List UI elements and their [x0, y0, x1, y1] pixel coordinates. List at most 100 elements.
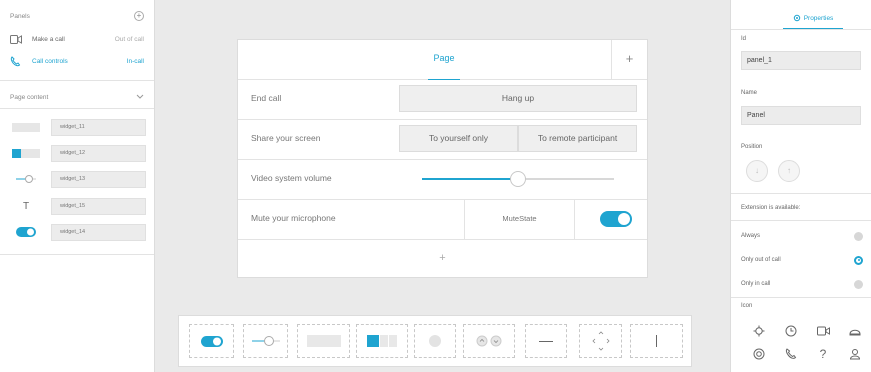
- palette-slider[interactable]: [243, 324, 288, 358]
- arrow-down-icon: ↓: [755, 166, 759, 175]
- divider: [731, 29, 871, 30]
- row-volume: Video system volume: [238, 160, 647, 200]
- palette-button[interactable]: [297, 324, 350, 358]
- row-mute: Mute your microphone MuteState: [238, 200, 647, 240]
- hang-up-button[interactable]: Hang up: [399, 85, 637, 112]
- extension-option-out-of-call[interactable]: Only out of call: [741, 250, 863, 270]
- left-sidebar: Panels + Make a call Out of call Call co…: [0, 0, 155, 372]
- divider: [731, 297, 871, 298]
- panel-name: Make a call: [32, 35, 65, 43]
- widget-name: widget_14: [51, 223, 146, 241]
- name-field[interactable]: Panel: [741, 106, 861, 125]
- panel-status: Out of call: [114, 35, 144, 43]
- add-panel-icon[interactable]: +: [134, 11, 144, 21]
- id-field[interactable]: panel_1: [741, 51, 861, 70]
- extension-option-always[interactable]: Always: [741, 226, 863, 246]
- toggle-icon: [10, 227, 42, 237]
- palette-spinner[interactable]: [414, 324, 456, 358]
- option-label: Only out of call: [741, 257, 781, 263]
- id-label: Id: [741, 36, 747, 42]
- panels-title: Panels: [10, 12, 30, 20]
- slider-knob[interactable]: [510, 171, 526, 187]
- widget-item[interactable]: widget_11: [10, 118, 146, 136]
- radio-button-selected[interactable]: [854, 255, 863, 265]
- tab-label: Properties: [803, 15, 834, 22]
- radio-button[interactable]: [854, 279, 863, 289]
- slider-fill: [422, 178, 518, 180]
- panel-item-call-controls[interactable]: Call controls In-call: [10, 52, 144, 70]
- target-icon[interactable]: [751, 346, 767, 362]
- option-label: Always: [741, 233, 761, 239]
- divider: [731, 193, 871, 194]
- extension-option-in-call[interactable]: Only in call: [741, 274, 863, 294]
- widget-name: widget_12: [51, 144, 146, 162]
- radio-button[interactable]: [854, 231, 863, 241]
- tab-properties[interactable]: Properties: [783, 9, 843, 29]
- mute-state-label: MuteState: [464, 200, 575, 240]
- palette-text[interactable]: [630, 324, 683, 358]
- divider: [0, 108, 154, 109]
- to-remote-participant-button[interactable]: To remote participant: [518, 125, 637, 152]
- widget-item[interactable]: T widget_15: [10, 197, 146, 215]
- widget-item[interactable]: widget_12: [10, 144, 146, 162]
- row-label: Video system volume: [251, 173, 332, 183]
- widget-item[interactable]: widget_13: [10, 170, 146, 188]
- widget-name: widget_13: [51, 170, 146, 188]
- phone-icon: [10, 55, 24, 67]
- widget-name: widget_15: [51, 197, 146, 215]
- video-camera-icon[interactable]: [815, 323, 831, 339]
- extension-label: Extension is available:: [741, 205, 801, 211]
- widget-palette: [178, 315, 692, 367]
- text-icon: T: [22, 200, 30, 212]
- chevron-down-icon: [136, 94, 144, 101]
- move-up-button[interactable]: ↑: [778, 160, 800, 182]
- page-tabs: Page +: [238, 40, 647, 80]
- widget-item[interactable]: widget_14: [10, 223, 146, 241]
- palette-directional-pad[interactable]: [579, 324, 622, 358]
- option-label: Only in call: [741, 281, 771, 287]
- row-label: Mute your microphone: [251, 213, 336, 223]
- video-camera-icon: [10, 34, 24, 44]
- gear-icon: [793, 14, 801, 24]
- arrow-up-icon: ↑: [787, 166, 791, 175]
- button-widget-icon: [10, 122, 42, 132]
- row-label: End call: [251, 93, 282, 103]
- move-down-button[interactable]: ↓: [746, 160, 768, 182]
- panel-item-make-a-call[interactable]: Make a call Out of call: [10, 30, 144, 48]
- panel-editor: Page + End call Hang up Share your scree…: [237, 39, 648, 278]
- palette-slider-stepper[interactable]: [463, 324, 515, 358]
- panel-name: Call controls: [32, 57, 68, 65]
- volume-slider[interactable]: [422, 171, 614, 187]
- palette-toggle[interactable]: [189, 324, 234, 358]
- clock-icon[interactable]: [783, 323, 799, 339]
- widget-name: widget_11: [51, 118, 146, 136]
- row-share-screen: Share your screen To yourself only To re…: [238, 120, 647, 160]
- question-icon[interactable]: ?: [815, 346, 831, 362]
- position-label: Position: [741, 144, 763, 150]
- lamp-icon[interactable]: [847, 323, 863, 339]
- mute-toggle[interactable]: [600, 211, 632, 227]
- tab-page[interactable]: Page: [428, 40, 460, 80]
- palette-divider[interactable]: [525, 324, 567, 358]
- divider: [0, 254, 154, 255]
- group-button-icon: [10, 148, 42, 158]
- row-label: Share your screen: [251, 133, 321, 143]
- slider-icon: [10, 174, 42, 184]
- name-label: Name: [741, 90, 758, 96]
- panel-status: In-call: [126, 57, 144, 65]
- divider: [0, 80, 154, 81]
- divider: [731, 220, 871, 221]
- row-end-call: End call Hang up: [238, 80, 647, 120]
- properties-sidebar: Properties Id panel_1 Name Panel Positio…: [730, 0, 871, 372]
- concierge-icon[interactable]: [847, 346, 863, 362]
- page-content-title: Page content: [10, 93, 49, 101]
- add-row-button[interactable]: +: [238, 240, 647, 278]
- panels-header: Panels +: [10, 9, 144, 23]
- gear-icon[interactable]: [751, 323, 767, 339]
- to-yourself-only-button[interactable]: To yourself only: [399, 125, 518, 152]
- phone-icon[interactable]: [783, 346, 799, 362]
- palette-group-button[interactable]: [356, 324, 408, 358]
- icon-label: Icon: [741, 303, 753, 309]
- add-page-button[interactable]: +: [611, 40, 647, 80]
- page-content-header[interactable]: Page content: [10, 90, 144, 104]
